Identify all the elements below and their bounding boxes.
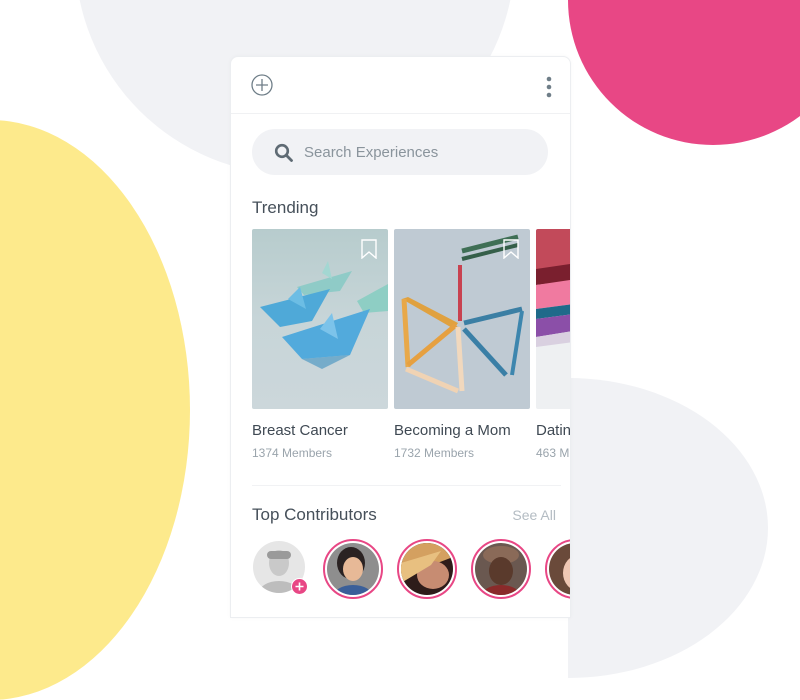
avatar-image (327, 543, 379, 595)
avatar-image (549, 543, 570, 595)
colored-sticks-photo (394, 229, 530, 409)
trending-card[interactable]: Becoming a Mom 1732 Members (394, 229, 530, 460)
search-input[interactable] (304, 129, 534, 175)
contributor-avatar[interactable] (397, 539, 457, 599)
top-contributors-heading: Top Contributors (252, 505, 377, 524)
plus-circle-icon[interactable] (251, 74, 273, 96)
card-members: 1374 Members (252, 446, 333, 460)
background-circle-gray-bottom (568, 378, 768, 678)
card-members: 463 M (536, 446, 570, 460)
contributor-avatar[interactable] (545, 539, 570, 599)
bookmark-icon[interactable] (361, 239, 377, 259)
paper-boats-photo (252, 229, 388, 409)
card-title: Datin (536, 422, 571, 439)
background-circle-pink (568, 0, 800, 145)
more-vertical-icon[interactable] (546, 76, 552, 98)
avatar-image (401, 543, 453, 595)
card-title: Breast Cancer (252, 422, 348, 439)
pink-purple-abstract-photo (536, 229, 570, 409)
contributor-avatar[interactable] (323, 539, 383, 599)
section-divider (252, 485, 561, 486)
search-bar[interactable] (252, 129, 548, 175)
search-icon (274, 143, 293, 162)
trending-card[interactable]: Breast Cancer 1374 Members (252, 229, 388, 460)
trending-heading: Trending (252, 198, 319, 217)
avatar-image (475, 543, 527, 595)
add-contributor-avatar[interactable] (253, 541, 308, 595)
background-circle-yellow (0, 120, 190, 700)
trending-card[interactable]: Datin 463 M (536, 229, 570, 460)
contributor-avatar[interactable] (471, 539, 531, 599)
bookmark-icon[interactable] (503, 239, 519, 259)
card-members: 1732 Members (394, 446, 475, 460)
see-all-link[interactable]: See All (512, 507, 556, 523)
top-bar (231, 57, 570, 114)
card-title: Becoming a Mom (394, 422, 511, 439)
plus-icon[interactable] (291, 578, 308, 595)
app-screen: Trending (230, 56, 571, 618)
